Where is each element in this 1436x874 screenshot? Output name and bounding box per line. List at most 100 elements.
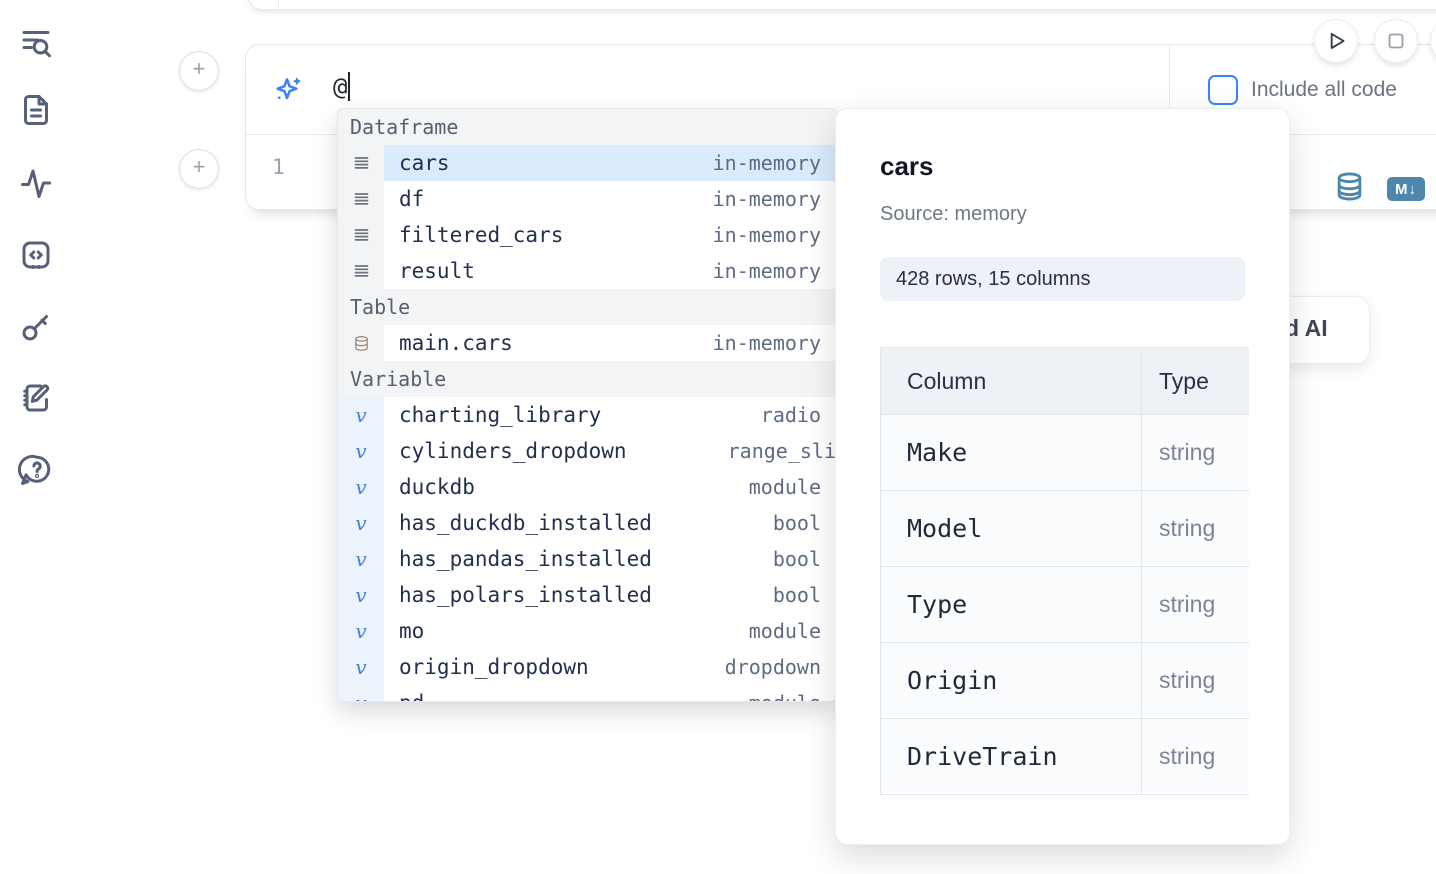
completion-section-label: Table [338, 289, 836, 325]
variable-item-icon: v [338, 649, 384, 685]
schema-column-type: string [1142, 567, 1250, 643]
schema-row: Typestring [881, 567, 1250, 643]
variable-item-icon: v [338, 541, 384, 577]
schema-column-name: Make [881, 415, 1142, 491]
schema-column-name: Type [881, 567, 1142, 643]
schema-column-name: Origin [881, 643, 1142, 719]
schema-row: Makestring [881, 415, 1250, 491]
completion-item-name: result [399, 259, 475, 283]
run-cell-button[interactable] [1315, 20, 1357, 62]
completion-item-type: in-memory [713, 187, 821, 211]
ai-prompt-input[interactable]: @ [333, 72, 350, 101]
sidebar [0, 0, 72, 874]
completion-item-type: in-memory [713, 151, 821, 175]
ai-button-label: d AI [1285, 315, 1328, 342]
dataframe-item-icon [338, 253, 384, 289]
completion-item[interactable]: df in-memory [338, 181, 836, 217]
completion-item-type: in-memory [713, 259, 821, 283]
stop-button[interactable] [1375, 20, 1417, 62]
code-snippets-icon[interactable] [17, 236, 55, 274]
preview-shape-badge: 428 rows, 15 columns [880, 257, 1245, 301]
completion-item-body: cylinders_dropdownrange_sli [384, 433, 836, 469]
completion-item-type: in-memory [713, 331, 821, 355]
completion-item-body: result in-memory [384, 253, 836, 289]
completion-item[interactable]: v origin_dropdown dropdown [338, 649, 836, 685]
add-cell-below-button[interactable]: + [179, 149, 219, 189]
completion-item-type: dropdown [725, 655, 821, 679]
line-number: 1 [272, 155, 285, 179]
marimo-notebook: { "colors": { "accent_blue": "#3b82f6", … [0, 0, 1436, 874]
dataframe-item-icon [338, 217, 384, 253]
completion-item[interactable]: vduckdb module [338, 469, 836, 505]
activity-pulse-icon[interactable] [17, 164, 55, 202]
completion-item-body: origin_dropdown dropdown [384, 649, 836, 685]
variable-item-icon: v [338, 685, 384, 702]
completion-item-name: duckdb [399, 475, 475, 499]
completion-item-type: bool [773, 583, 821, 607]
completion-item[interactable]: vpdmodule [338, 685, 836, 702]
schema-column-type: string [1142, 415, 1250, 491]
completion-item-name: has_duckdb_installed [399, 511, 652, 535]
completion-item[interactable]: result in-memory [338, 253, 836, 289]
add-cell-above-button[interactable]: + [179, 51, 219, 91]
dataframe-preview-panel: cars Source: memory 428 rows, 15 columns… [835, 108, 1290, 845]
schema-column-name: DriveTrain [881, 719, 1142, 795]
completion-item[interactable]: vhas_polars_installedbool [338, 577, 836, 613]
variable-item-icon: v [338, 397, 384, 433]
completion-item[interactable]: vcylinders_dropdownrange_sli [338, 433, 836, 469]
completion-item-name: has_polars_installed [399, 583, 652, 607]
text-cursor [348, 72, 350, 101]
notebook-scratchpad-icon[interactable] [17, 379, 55, 417]
variable-item-icon: v [338, 505, 384, 541]
file-document-icon[interactable] [17, 91, 55, 129]
completion-item-type: module [749, 475, 821, 499]
help-chat-icon[interactable] [17, 451, 55, 489]
schema-column-name [881, 795, 1142, 796]
completion-item-body: has_duckdb_installedbool [384, 505, 836, 541]
completion-item[interactable]: main.cars in-memory [338, 325, 836, 361]
schema-header-row: ColumnType [881, 348, 1250, 415]
completion-item-name: cars [399, 151, 450, 175]
schema-table: ColumnTypeMakestringModelstringTypestrin… [880, 347, 1249, 795]
completion-item-body: has_pandas_installedbool [384, 541, 836, 577]
include-all-code-checkbox[interactable] [1208, 75, 1238, 105]
completion-item-name: charting_library [399, 403, 601, 427]
completion-item[interactable]: vmo module [338, 613, 836, 649]
prompt-value: @ [333, 73, 347, 101]
schema-column-type [1142, 795, 1250, 796]
preview-source: Source: memory [880, 203, 1027, 226]
schema-row: Modelstring [881, 491, 1250, 567]
schema-table-wrap: ColumnTypeMakestringModelstringTypestrin… [880, 347, 1249, 795]
previous-cell-bottom [248, 0, 1436, 10]
completion-item-body: filtered_carsin-memory [384, 217, 836, 253]
completion-item-name: main.cars [399, 331, 513, 355]
markdown-icon[interactable]: M↓ [1387, 177, 1425, 201]
completion-popup: Dataframecarsin-memorydfin-memoryfiltere… [337, 108, 837, 702]
database-icon[interactable] [1334, 171, 1365, 207]
completion-item[interactable]: vhas_pandas_installedbool [338, 541, 836, 577]
completion-item-type: radio [761, 403, 821, 427]
toc-search-icon[interactable] [17, 24, 55, 62]
completion-item[interactable]: v charting_library radio [338, 397, 836, 433]
completion-item[interactable]: filtered_carsin-memory [338, 217, 836, 253]
schema-column-type: string [1142, 643, 1250, 719]
completion-item[interactable]: cars in-memory [338, 145, 836, 181]
completion-item-body: duckdb module [384, 469, 836, 505]
variable-item-icon: v [338, 613, 384, 649]
include-all-code-label: Include all code [1251, 78, 1397, 102]
completion-item-name: pd [399, 691, 424, 702]
completion-item-name: origin_dropdown [399, 655, 589, 679]
schema-row-partial [881, 795, 1250, 796]
completion-item-name: df [399, 187, 424, 211]
schema-row: Originstring [881, 643, 1250, 719]
schema-header-cell: Type [1142, 348, 1250, 415]
key-secrets-icon[interactable] [17, 308, 55, 346]
completion-item-type: module [749, 619, 821, 643]
completion-item[interactable]: vhas_duckdb_installedbool [338, 505, 836, 541]
completion-item-body: main.cars in-memory [384, 325, 836, 361]
completion-item-body: has_polars_installed bool [384, 577, 836, 613]
schema-row: DriveTrainstring [881, 719, 1250, 795]
completion-item-name: mo [399, 619, 424, 643]
schema-column-type: string [1142, 719, 1250, 795]
variable-item-icon: v [338, 469, 384, 505]
